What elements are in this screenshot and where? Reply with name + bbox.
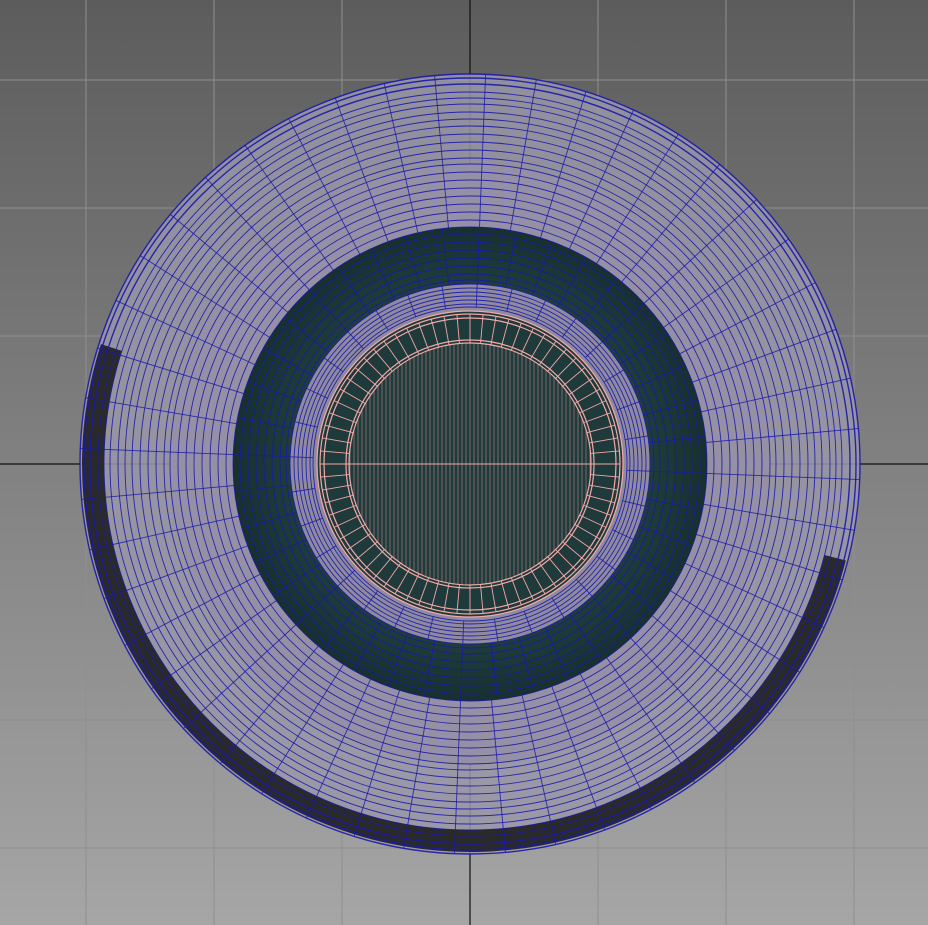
wireframe-mesh[interactable] <box>79 73 861 855</box>
viewport-canvas[interactable] <box>0 0 928 925</box>
3d-viewport[interactable] <box>0 0 928 925</box>
